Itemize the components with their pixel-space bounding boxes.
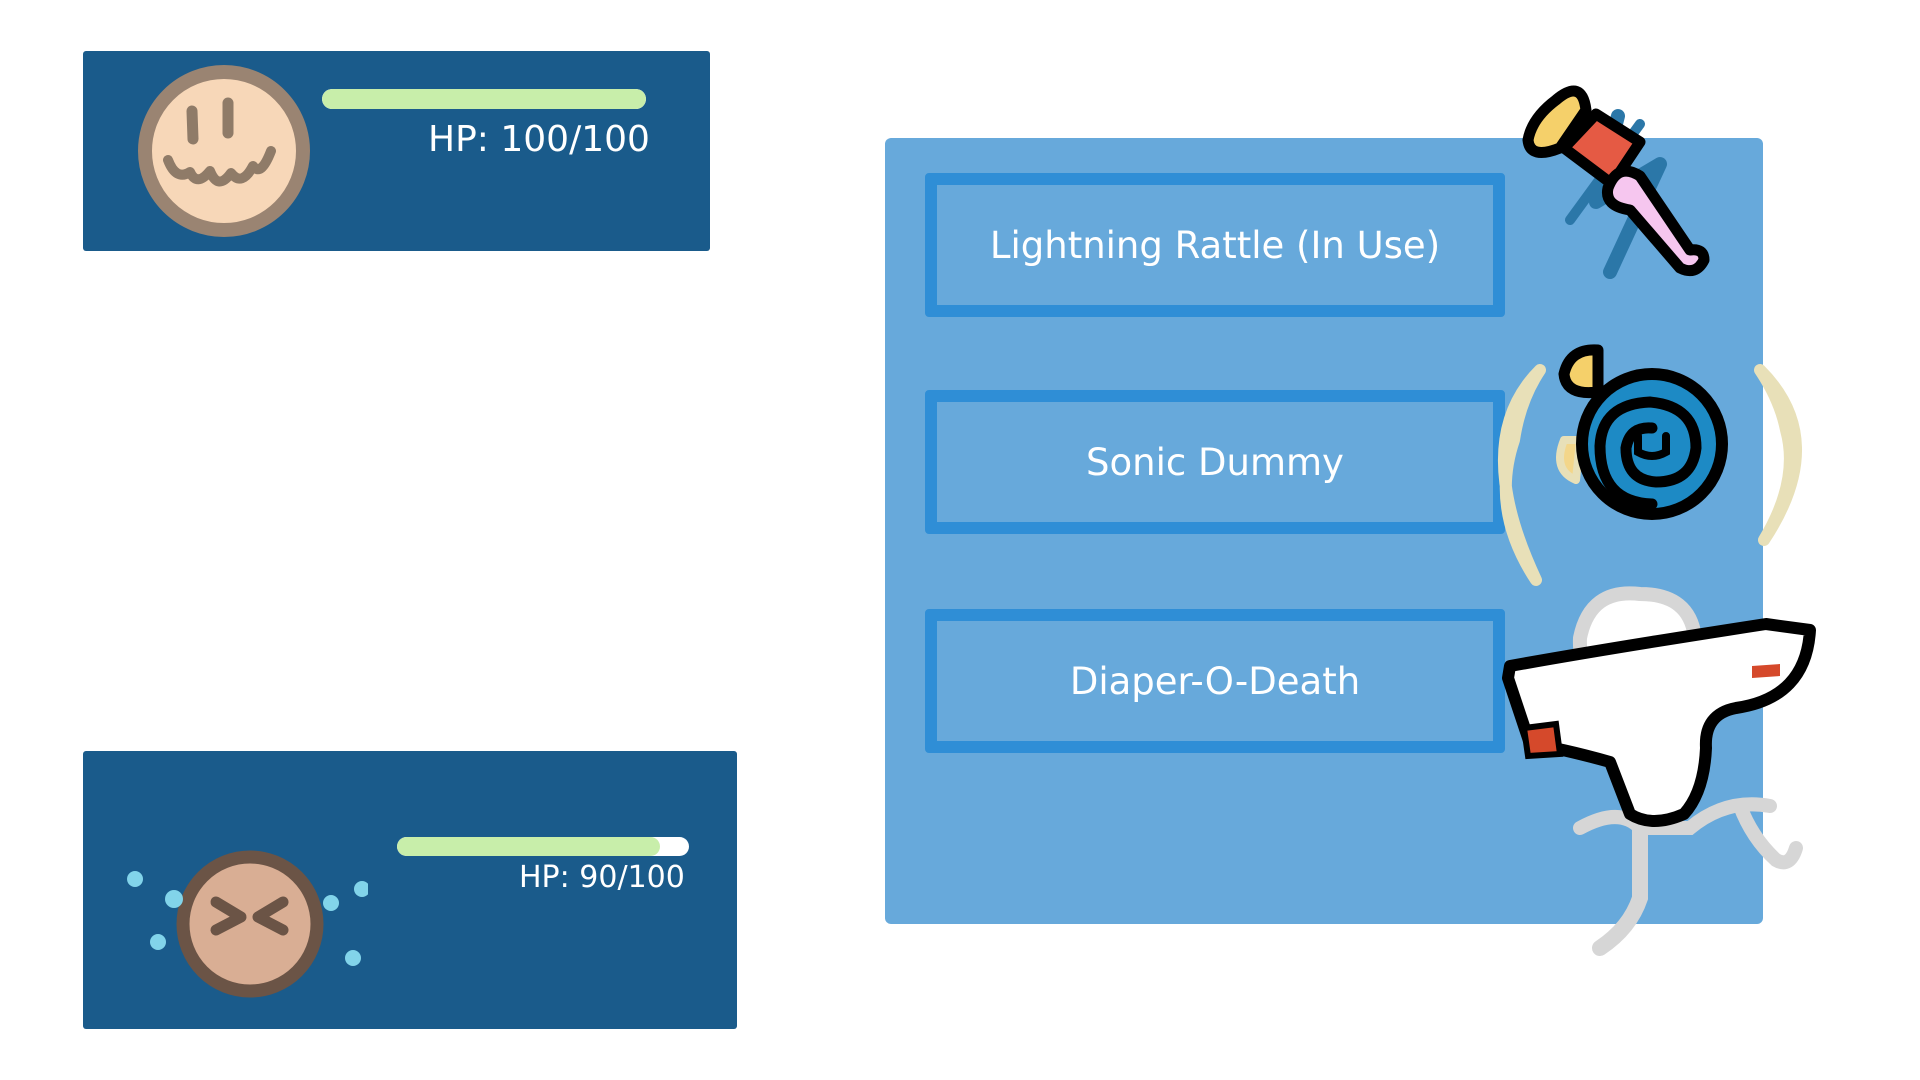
hurt-face-icon — [127, 850, 368, 998]
player-hp-text: HP: 100/100 — [428, 119, 650, 160]
player-hp-fill — [322, 89, 646, 109]
battle-screen: HP: 100/100 HP: 90/100 Lightning Rattle … — [0, 0, 1920, 1080]
diaper-o-death-button[interactable]: Diaper-O-Death — [925, 609, 1505, 753]
lightning-rattle-button[interactable]: Lightning Rattle (In Use) — [925, 173, 1505, 317]
player-status-panel: HP: 100/100 — [83, 51, 710, 251]
sonic-pacifier-icon — [1498, 344, 1802, 586]
happy-face-icon — [138, 65, 310, 237]
diaper-icon — [1502, 586, 1816, 956]
enemy-hp-fill — [397, 837, 660, 856]
enemy-status-panel: HP: 90/100 — [83, 751, 737, 1029]
player-hp-bar — [322, 89, 646, 109]
enemy-hp-bar — [397, 837, 689, 856]
sonic-dummy-button[interactable]: Sonic Dummy — [925, 390, 1505, 534]
lightning-rattle-icon — [1522, 85, 1710, 279]
enemy-hp-text: HP: 90/100 — [519, 860, 685, 895]
